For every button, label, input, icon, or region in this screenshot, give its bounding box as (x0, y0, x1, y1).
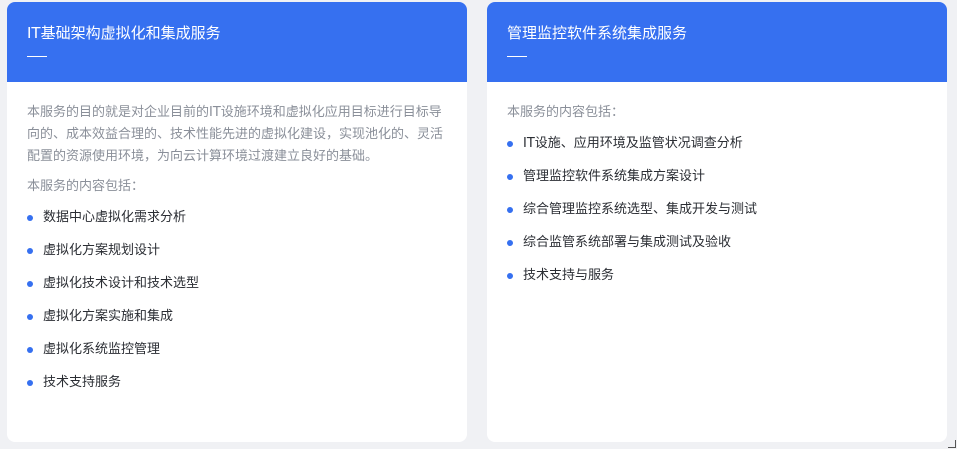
title-underline (27, 56, 47, 57)
list-item: 管理监控软件系统集成方案设计 (507, 167, 927, 187)
resize-grip-icon[interactable] (948, 440, 956, 448)
bullet-dot-icon (507, 273, 513, 279)
bullet-dot-icon (27, 281, 33, 287)
list-item-label: 技术支持服务 (43, 375, 122, 390)
list-item-label: 虚拟化方案规划设计 (43, 243, 161, 258)
list-item-label: 虚拟化方案实施和集成 (43, 309, 174, 324)
service-card-monitoring: 管理监控软件系统集成服务 本服务的内容包括： IT设施、应用环境及监管状况调查分… (487, 2, 947, 442)
list-item-label: 数据中心虚拟化需求分析 (43, 210, 187, 225)
bullet-dot-icon (507, 240, 513, 246)
card-header: 管理监控软件系统集成服务 (487, 2, 947, 82)
list-item: 综合管理监控系统选型、集成开发与测试 (507, 200, 927, 220)
card-header: IT基础架构虚拟化和集成服务 (7, 2, 467, 82)
list-item-label: IT设施、应用环境及监管状况调查分析 (523, 136, 743, 151)
list-item-label: 虚拟化系统监控管理 (43, 342, 161, 357)
list-item: 虚拟化技术设计和技术选型 (27, 274, 447, 294)
service-card-virtualization: IT基础架构虚拟化和集成服务 本服务的目的就是对企业目前的IT设施环境和虚拟化应… (7, 2, 467, 442)
title-underline (507, 56, 527, 57)
bullet-dot-icon (507, 174, 513, 180)
bullet-dot-icon (27, 347, 33, 353)
list-item: 虚拟化方案规划设计 (27, 241, 447, 261)
card-intro: 本服务的内容包括： (27, 179, 145, 194)
service-item-list: 数据中心虚拟化需求分析 虚拟化方案规划设计 虚拟化技术设计和技术选型 虚拟化方案… (27, 208, 447, 393)
card-title: IT基础架构虚拟化和集成服务 (27, 24, 221, 42)
bullet-dot-icon (27, 215, 33, 221)
bullet-dot-icon (27, 314, 33, 320)
bullet-dot-icon (27, 248, 33, 254)
card-body: 本服务的目的就是对企业目前的IT设施环境和虚拟化应用目标进行目标导向的、成本效益… (7, 82, 467, 393)
bullet-dot-icon (27, 380, 33, 386)
bullet-dot-icon (507, 141, 513, 147)
list-item-label: 技术支持与服务 (523, 268, 615, 283)
card-title: 管理监控软件系统集成服务 (507, 24, 688, 42)
list-item: 虚拟化系统监控管理 (27, 340, 447, 360)
bullet-dot-icon (507, 207, 513, 213)
list-item: 技术支持与服务 (507, 266, 927, 286)
list-item-label: 综合监管系统部署与集成测试及验收 (523, 235, 732, 250)
list-item: IT设施、应用环境及监管状况调查分析 (507, 134, 927, 154)
list-item-label: 综合管理监控系统选型、集成开发与测试 (523, 202, 758, 217)
list-item-label: 管理监控软件系统集成方案设计 (523, 169, 706, 184)
list-item: 综合监管系统部署与集成测试及验收 (507, 233, 927, 253)
card-intro: 本服务的内容包括： (507, 105, 625, 120)
list-item-label: 虚拟化技术设计和技术选型 (43, 276, 200, 291)
service-item-list: IT设施、应用环境及监管状况调查分析 管理监控软件系统集成方案设计 综合管理监控… (507, 134, 927, 286)
list-item: 虚拟化方案实施和集成 (27, 307, 447, 327)
list-item: 数据中心虚拟化需求分析 (27, 208, 447, 228)
list-item: 技术支持服务 (27, 373, 447, 393)
card-description: 本服务的目的就是对企业目前的IT设施环境和虚拟化应用目标进行目标导向的、成本效益… (27, 105, 444, 164)
card-body: 本服务的内容包括： IT设施、应用环境及监管状况调查分析 管理监控软件系统集成方… (487, 82, 947, 286)
